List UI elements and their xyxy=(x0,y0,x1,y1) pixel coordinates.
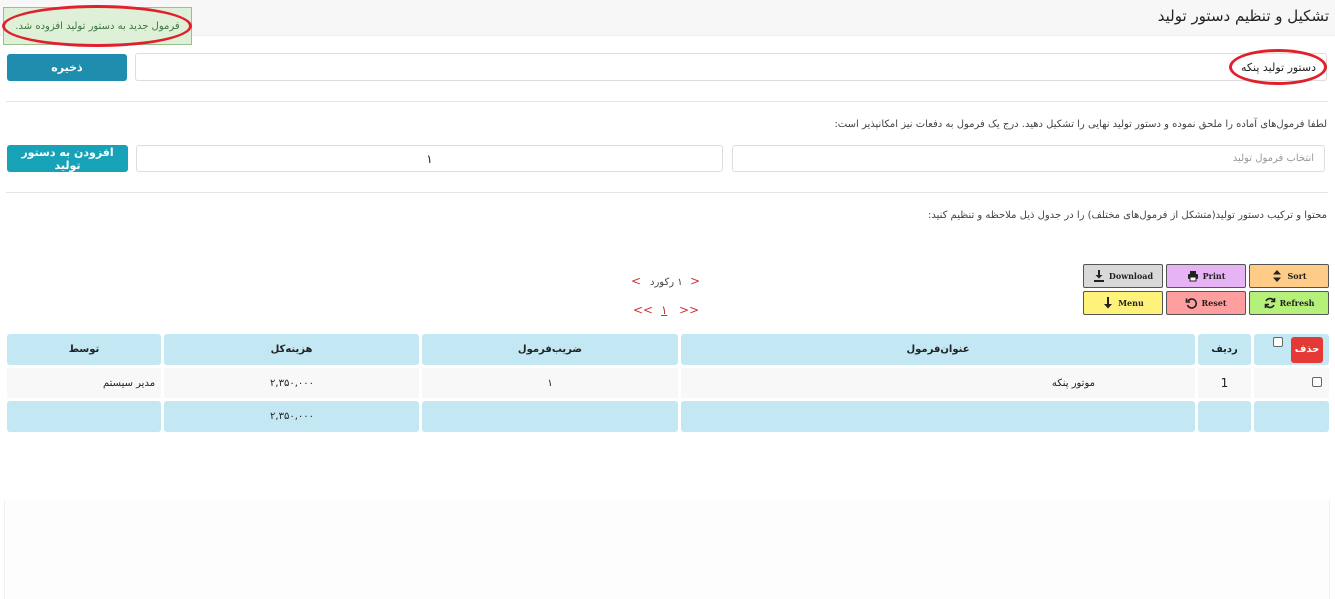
name-input-value: دستور تولید پنکه xyxy=(1241,60,1316,74)
formula-table: حذف ردیف عنوان‌فرمول ضریب‌فرمول هزینه‌کل… xyxy=(4,331,1332,435)
row-formula-title: موتور پنکه xyxy=(681,368,1195,398)
download-icon xyxy=(1093,270,1104,282)
divider xyxy=(6,192,1328,193)
sort-label: Sort xyxy=(1287,271,1307,281)
success-alert: فرمول جدید به دستور تولید افزوده شد. xyxy=(3,7,192,45)
pager-last[interactable]: >> xyxy=(679,303,699,317)
sort-button[interactable]: Sort xyxy=(1249,264,1329,288)
row-checkbox-cell xyxy=(1254,368,1329,398)
undo-icon xyxy=(1186,298,1198,309)
download-button[interactable]: Download xyxy=(1083,264,1163,288)
header-select-cell: حذف xyxy=(1254,334,1329,365)
table-footer-row: ۲,۳۵۰,۰۰۰ xyxy=(7,401,1329,432)
select-all-checkbox[interactable] xyxy=(1272,336,1283,347)
header-formula-title[interactable]: عنوان‌فرمول xyxy=(681,334,1195,365)
production-order-name-input[interactable]: دستور تولید پنکه xyxy=(135,53,1327,81)
row-number: 1 xyxy=(1198,368,1251,398)
quantity-value: ۱ xyxy=(426,151,433,166)
content-help-text: محتوا و ترکیب دستور تولید(متشکل از فرمول… xyxy=(927,210,1327,221)
header-formula-factor[interactable]: ضریب‌فرمول xyxy=(422,334,678,365)
pager-current-page[interactable]: ۱ xyxy=(661,303,667,317)
reset-button[interactable]: Reset xyxy=(1166,291,1246,315)
print-label: Print xyxy=(1202,271,1226,281)
table-header-row: حذف ردیف عنوان‌فرمول ضریب‌فرمول هزینه‌کل… xyxy=(7,334,1329,365)
pager-record-count: ۱ رکورد xyxy=(650,277,683,288)
print-icon xyxy=(1187,271,1198,282)
add-to-order-button[interactable]: افزودن به دستور تولید xyxy=(7,145,128,172)
divider xyxy=(6,101,1328,102)
formula-select[interactable]: انتخاب فرمول تولید xyxy=(732,145,1325,172)
reset-label: Reset xyxy=(1201,298,1227,308)
header-row-number[interactable]: ردیف xyxy=(1198,334,1251,365)
refresh-icon xyxy=(1264,297,1275,309)
header-created-by[interactable]: توسط xyxy=(7,334,161,365)
quantity-input[interactable]: ۱ xyxy=(136,145,723,172)
save-button[interactable]: ذخیره xyxy=(7,54,127,81)
menu-button[interactable]: Menu xyxy=(1083,291,1163,315)
help-text: لطفا فرمول‌های آماده را ملحق نموده و دست… xyxy=(834,119,1327,130)
pager-next[interactable]: > xyxy=(690,274,700,288)
row-checkbox[interactable] xyxy=(1312,376,1322,387)
header-total-cost[interactable]: هزینه‌کل xyxy=(164,334,419,365)
download-label: Download xyxy=(1108,271,1154,281)
bottom-panel xyxy=(4,500,1330,599)
refresh-label: Refresh xyxy=(1279,298,1315,308)
arrow-down-icon xyxy=(1104,297,1113,309)
page-title: تشکیل و تنظیم دستور تولید xyxy=(1157,7,1329,25)
row-formula-factor[interactable]: ۱ xyxy=(422,368,678,398)
delete-button[interactable]: حذف xyxy=(1291,336,1323,363)
menu-label: Menu xyxy=(1118,298,1144,308)
refresh-button[interactable]: Refresh xyxy=(1249,291,1329,315)
pager-first[interactable]: << xyxy=(633,303,653,317)
pager-prev[interactable]: < xyxy=(631,274,641,288)
sort-icon xyxy=(1273,270,1282,282)
table-row[interactable]: 1 موتور پنکه ۱ ۲,۳۵۰,۰۰۰ مدیر سیستم xyxy=(7,368,1329,398)
top-bar xyxy=(0,0,1335,36)
row-total-cost: ۲,۳۵۰,۰۰۰ xyxy=(164,368,419,398)
alert-message: فرمول جدید به دستور تولید افزوده شد. xyxy=(15,20,180,32)
formula-select-placeholder: انتخاب فرمول تولید xyxy=(1232,153,1314,164)
row-created-by: مدیر سیستم xyxy=(7,368,161,398)
footer-total-cost: ۲,۳۵۰,۰۰۰ xyxy=(164,401,419,432)
print-button[interactable]: Print xyxy=(1166,264,1246,288)
